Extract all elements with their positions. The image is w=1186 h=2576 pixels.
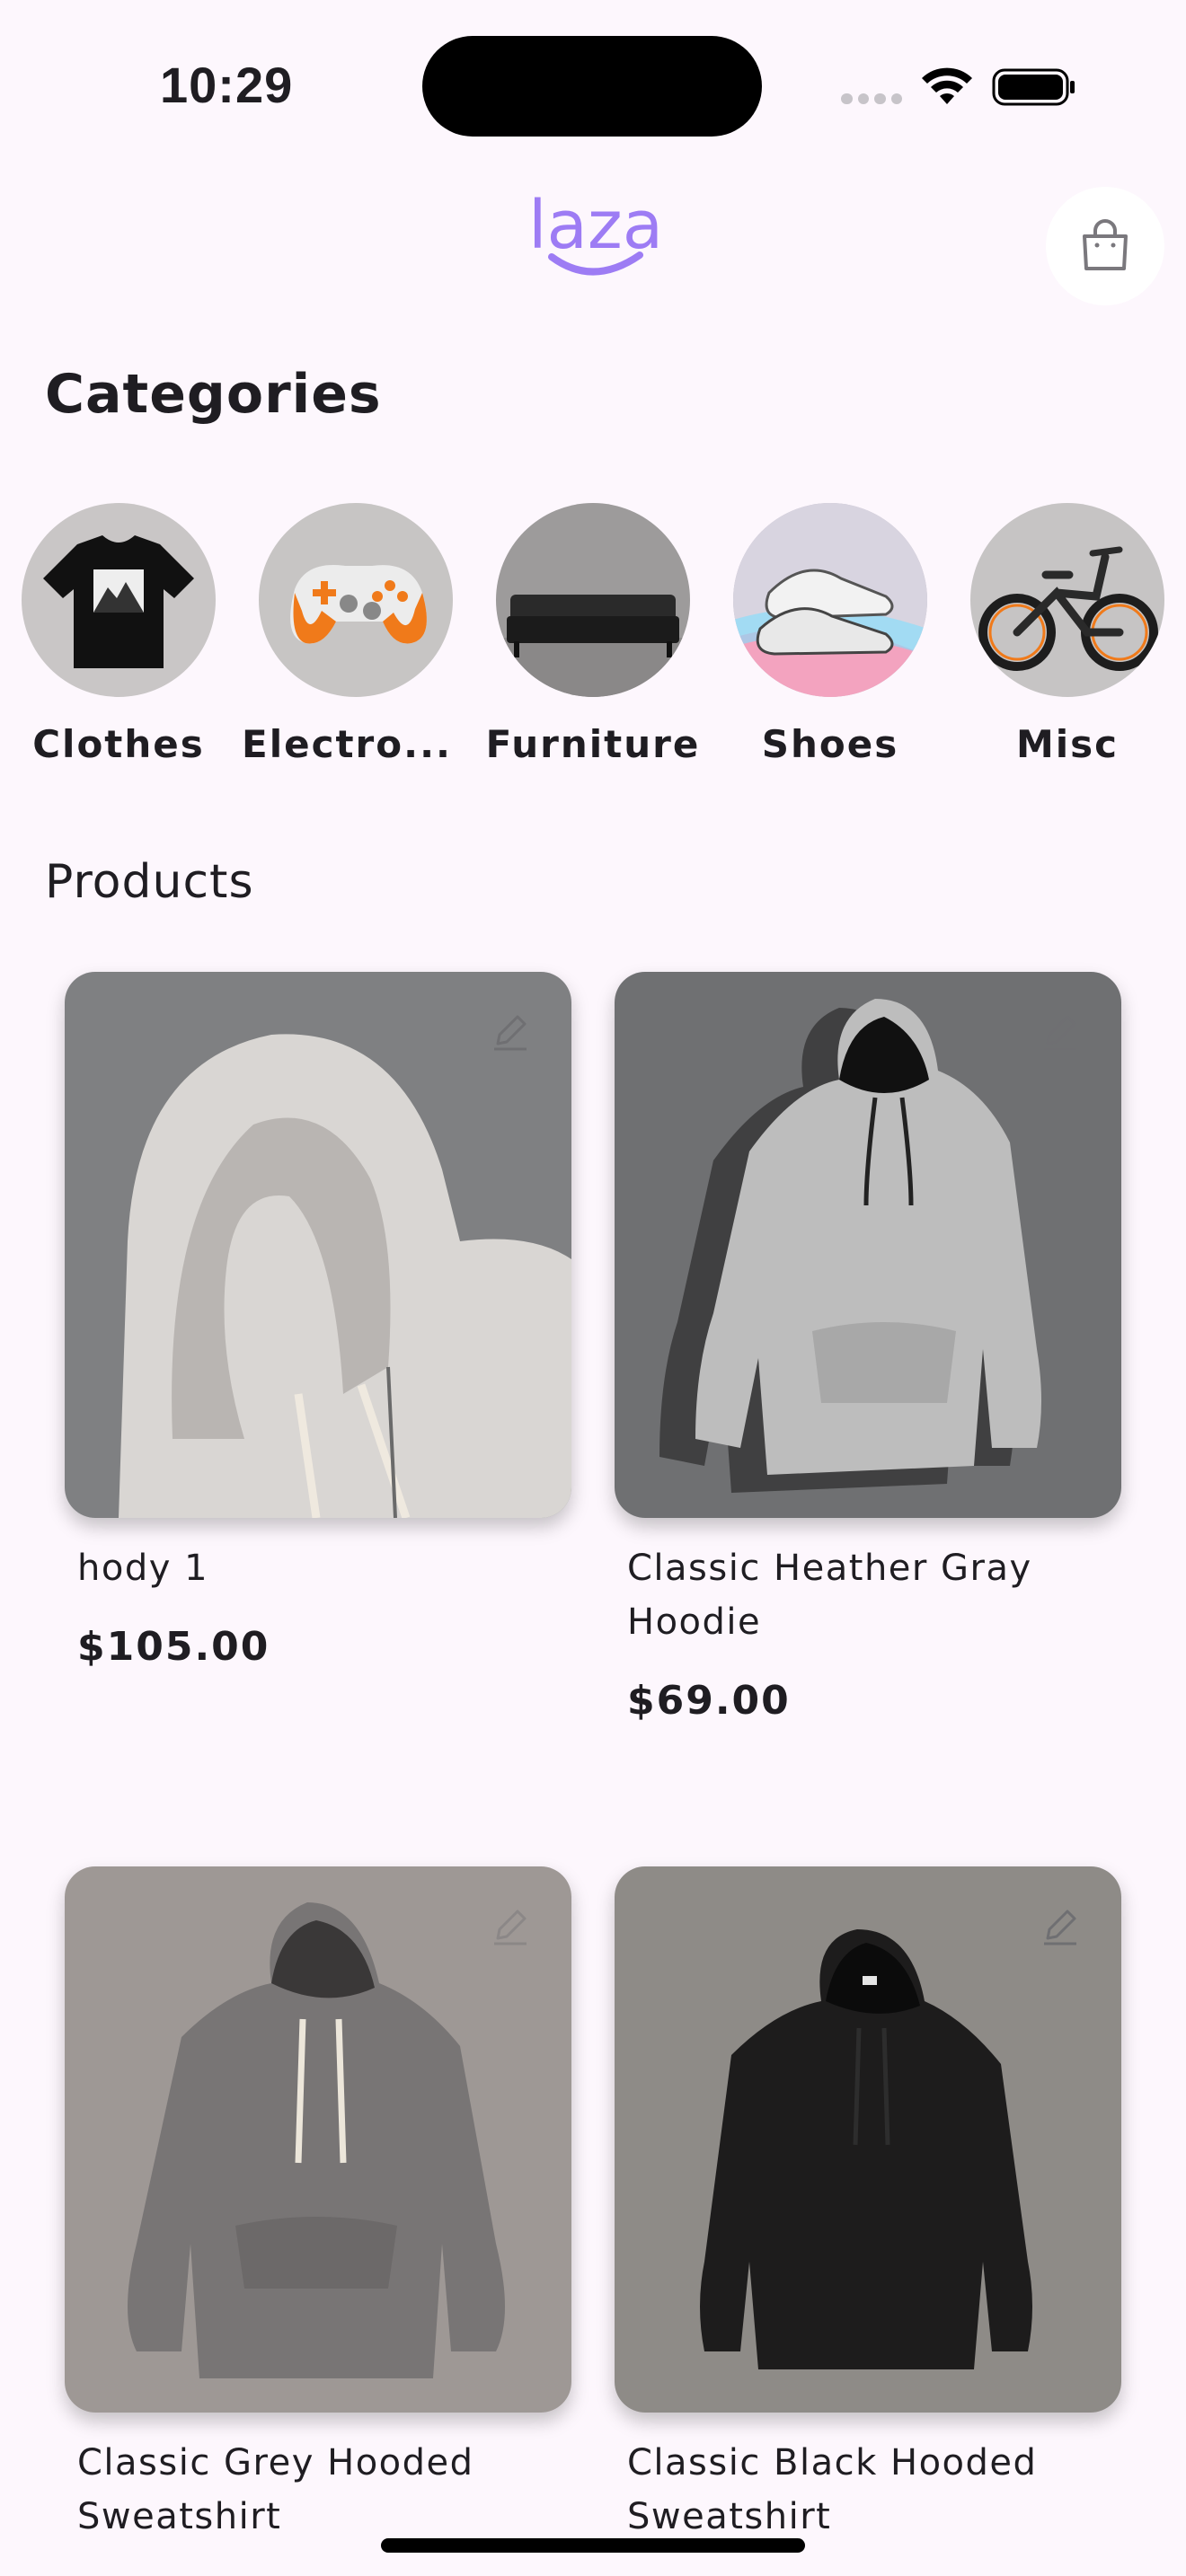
gamepad-image — [290, 565, 427, 644]
product-price: $105.00 — [77, 1624, 270, 1670]
product-name-line: Classic Heather Gray — [627, 1548, 1032, 1589]
tshirt-image — [43, 535, 194, 668]
category-label-furniture: Furniture — [485, 722, 701, 766]
product-name: Classic Black Hooded Sweatshirt — [627, 2436, 1094, 2544]
category-label-clothes: Clothes — [32, 722, 205, 766]
home-indicator[interactable] — [381, 2538, 805, 2553]
sneakers-image — [733, 503, 927, 697]
category-label-electronics: Electro... — [242, 722, 452, 766]
category-electronics[interactable] — [259, 503, 453, 697]
category-misc[interactable] — [970, 503, 1164, 697]
battery-icon — [992, 68, 1075, 106]
product-name-line: Classic Grey Hooded — [77, 2442, 474, 2483]
product-card[interactable] — [615, 972, 1121, 1518]
edit-icon[interactable] — [489, 1010, 532, 1053]
product-name: Classic Grey Hooded Sweatshirt — [77, 2436, 544, 2544]
ebike-image — [978, 546, 1158, 671]
product-name: Classic Heather Gray Hoodie — [627, 1541, 1094, 1649]
sofa-image — [496, 595, 690, 697]
product-name: hody 1 — [77, 1541, 544, 1595]
dynamic-island — [422, 36, 762, 137]
product-name-line: Sweatshirt — [77, 2496, 282, 2537]
hoodie-heather-gray-image — [615, 972, 1121, 1518]
cellular-signal-icon — [841, 93, 902, 106]
hoodie-grey-image — [65, 1866, 571, 2413]
product-name-line: Classic Black Hooded — [627, 2442, 1038, 2483]
category-label-misc: Misc — [1015, 722, 1120, 766]
category-label-shoes: Shoes — [761, 722, 899, 766]
hoodie-black-image — [615, 1866, 1121, 2413]
product-price: $69.00 — [627, 1678, 791, 1724]
cart-button[interactable] — [1046, 187, 1164, 305]
product-card[interactable] — [65, 972, 571, 1518]
hoodie-light-gray-image — [65, 972, 571, 1518]
categories-title: Categories — [45, 363, 382, 426]
edit-icon[interactable] — [489, 1904, 532, 1947]
product-card[interactable] — [615, 1866, 1121, 2413]
wifi-icon — [922, 67, 972, 104]
shopping-bag-icon — [1083, 219, 1128, 270]
product-name-line: Sweatshirt — [627, 2496, 832, 2537]
product-name-line: Hoodie — [627, 1601, 762, 1643]
product-name-line: hody 1 — [77, 1548, 209, 1589]
product-card[interactable] — [65, 1866, 571, 2413]
edit-icon[interactable] — [1039, 1010, 1082, 1053]
laza-logo: laza — [528, 192, 661, 276]
category-shoes[interactable] — [733, 503, 927, 697]
products-title: Products — [45, 855, 254, 909]
edit-icon[interactable] — [1039, 1904, 1082, 1947]
category-furniture[interactable] — [496, 503, 690, 697]
category-clothes[interactable] — [22, 503, 216, 697]
status-time: 10:29 — [160, 57, 294, 113]
